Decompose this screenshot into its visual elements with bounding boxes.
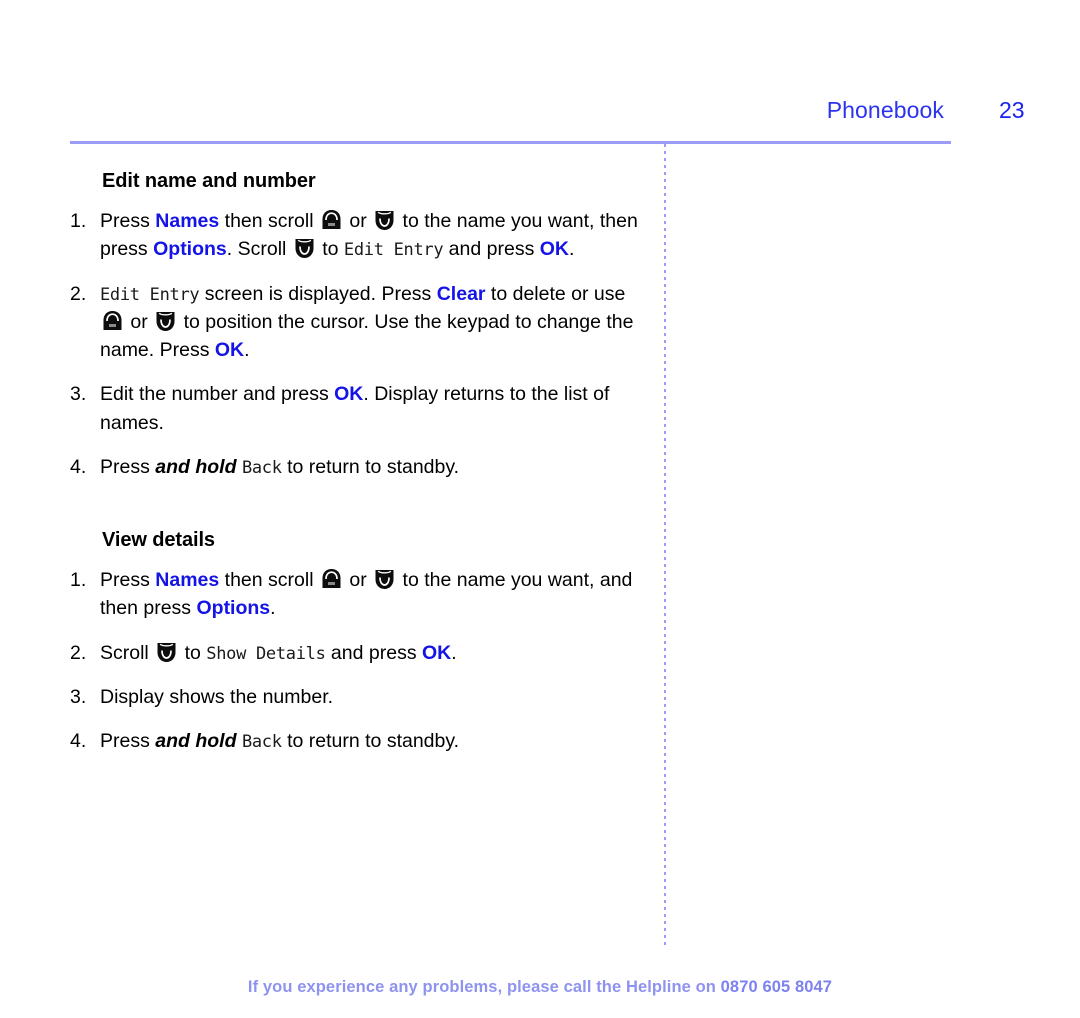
body-text: Display shows the number.	[100, 685, 334, 708]
footer-helpline-number: 0870 605 8047	[720, 978, 833, 996]
step-item: 4. Press and hold Back to return to stand…	[70, 727, 650, 755]
body-text: screen is displayed. Press	[199, 282, 437, 305]
step-item: 2. Edit Entry screen is displayed. Press …	[70, 280, 650, 365]
body-text: Scroll	[100, 641, 155, 664]
body-text: Press	[100, 455, 156, 478]
softkey-label: OK	[214, 339, 245, 362]
screen-text: Back	[241, 457, 282, 478]
body-text: or	[343, 210, 373, 232]
step-text: Edit Entry screen is displayed. Press Cl…	[100, 280, 650, 365]
body-text: Press	[100, 569, 156, 592]
body-text: and press	[325, 641, 422, 664]
softkey-label: Names	[155, 569, 220, 592]
screen-text: Edit Entry	[343, 240, 444, 261]
scroll-up-icon	[102, 310, 123, 332]
body-text: .	[270, 597, 276, 620]
body-text: to return to standby.	[281, 455, 460, 478]
emphasis-text: and hold	[155, 455, 237, 478]
scroll-down-icon	[155, 310, 176, 332]
step-number: 1.	[70, 210, 87, 232]
body-text: or	[343, 569, 373, 592]
body-text: . Scroll	[226, 238, 292, 261]
step-number: 2.	[70, 641, 87, 664]
step-text: Display shows the number.	[100, 683, 650, 711]
body-text: then scroll	[219, 210, 319, 232]
step-text: Press Names then scroll or to the name y…	[100, 566, 650, 623]
content-column: Edit name and number 1. Press Names then s…	[70, 170, 650, 755]
softkey-label: OK	[422, 641, 452, 664]
softkey-label: Clear	[436, 282, 486, 305]
scroll-down-icon	[156, 641, 177, 663]
softkey-label: Options	[196, 597, 271, 620]
step-text: Press and hold Back to return to standby…	[100, 727, 650, 755]
step-number: 3.	[70, 685, 87, 708]
scroll-down-icon	[294, 237, 315, 259]
body-text: Press	[100, 210, 156, 232]
body-text: Press	[100, 730, 156, 753]
step-list: 1. Press Names then scroll or to the name…	[70, 566, 650, 755]
sections-host: Edit name and number 1. Press Names then s…	[70, 170, 650, 755]
step-text: Edit the number and press OK. Display re…	[100, 380, 650, 437]
section: View details 1. Press Names then scroll or…	[70, 529, 650, 755]
emphasis-text: and hold	[155, 730, 237, 753]
body-text: to position the cursor. Use the keypad t…	[100, 310, 634, 362]
softkey-label: OK	[539, 238, 569, 261]
step-item: 2. Scroll to Show Details and press OK.	[70, 639, 650, 667]
scroll-down-icon	[374, 568, 395, 590]
scroll-down-icon	[374, 209, 395, 231]
body-text: to delete or use	[485, 282, 626, 305]
page-footer: If you experience any problems, please c…	[0, 978, 1080, 997]
body-text: then scroll	[219, 569, 319, 592]
header-title: Phonebook	[826, 97, 944, 123]
column-divider	[664, 144, 666, 948]
step-number: 2.	[70, 282, 87, 305]
step-list: 1. Press Names then scroll or to the name…	[70, 207, 650, 481]
page-header: Phonebook 23	[70, 88, 1033, 122]
step-item: 4. Press and hold Back to return to stand…	[70, 453, 650, 481]
scroll-up-icon	[321, 209, 342, 231]
step-number: 4.	[70, 730, 87, 753]
body-text: .	[569, 238, 575, 261]
footer-text: If you experience any problems, please c…	[247, 978, 721, 996]
step-number: 1.	[70, 569, 87, 592]
body-text: Edit the number and press	[100, 383, 335, 406]
step-number: 4.	[70, 455, 87, 478]
step-item: 1. Press Names then scroll or to the name…	[70, 566, 650, 623]
step-item: 1. Press Names then scroll or to the name…	[70, 207, 650, 264]
screen-text: Back	[241, 732, 282, 753]
section-heading: Edit name and number	[102, 170, 316, 192]
body-text: or	[125, 310, 154, 333]
screen-text: Show Details	[206, 643, 326, 664]
body-text: to	[179, 641, 207, 664]
step-text: Press and hold Back to return to standby…	[100, 453, 650, 481]
step-number: 3.	[70, 383, 87, 406]
scroll-up-icon	[321, 568, 342, 590]
page-number: 23	[999, 97, 1025, 123]
body-text: to return to standby.	[281, 730, 460, 753]
body-text: .	[451, 641, 457, 664]
step-text: Press Names then scroll or to the name y…	[100, 207, 650, 264]
step-item: 3. Edit the number and press OK. Display …	[70, 380, 650, 437]
screen-text: Edit Entry	[100, 284, 200, 305]
section-heading: View details	[102, 529, 215, 552]
step-item: 3. Display shows the number.	[70, 683, 650, 711]
softkey-label: Options	[153, 238, 227, 261]
step-text: Scroll to Show Details and press OK.	[100, 639, 650, 667]
header-rule	[70, 141, 951, 144]
body-text: and press	[443, 238, 540, 261]
softkey-label: Names	[155, 210, 220, 232]
section: Edit name and number 1. Press Names then s…	[70, 170, 650, 481]
body-text: .	[244, 339, 250, 362]
body-text: to	[316, 238, 344, 261]
softkey-label: OK	[334, 383, 364, 406]
